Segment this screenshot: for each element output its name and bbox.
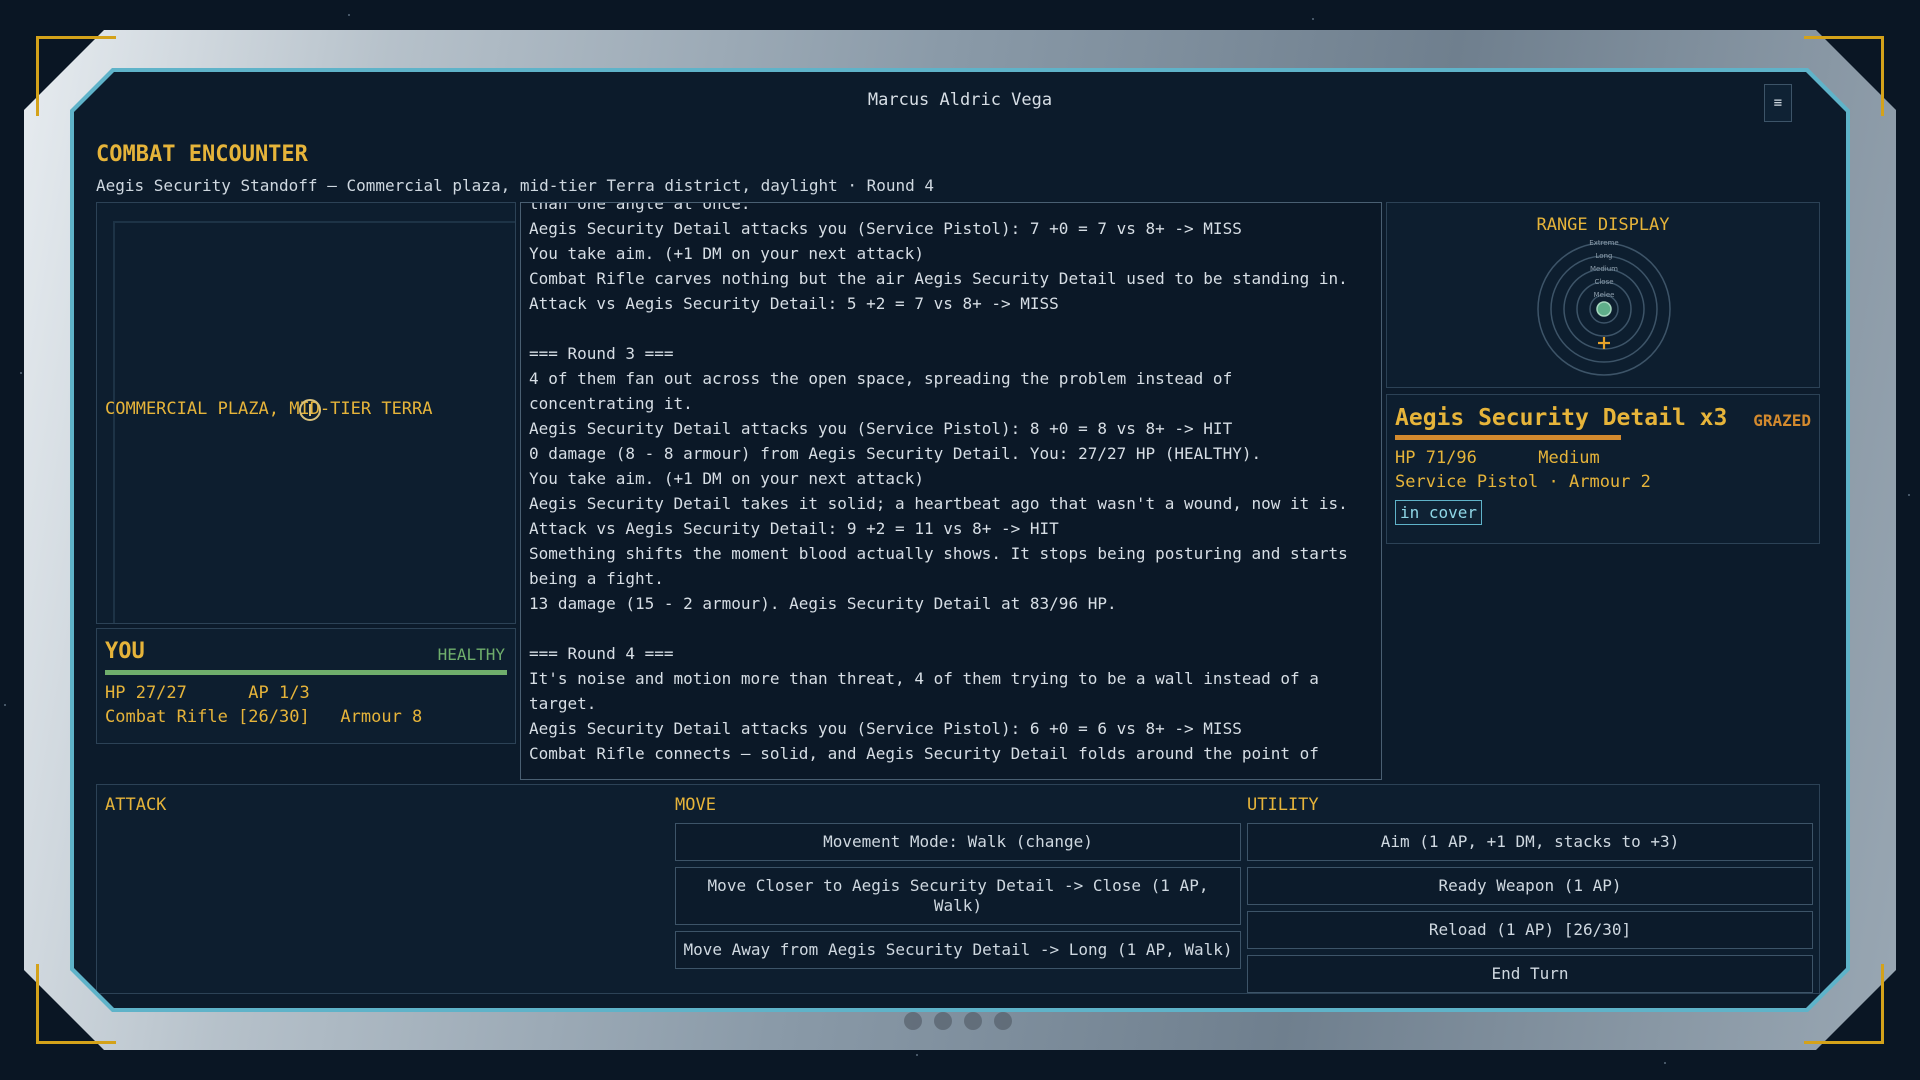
range-label-medium: Medium <box>1590 265 1618 273</box>
combat-log-lines: than one angle at once. Aegis Security De… <box>529 202 1367 766</box>
range-label-close: Close <box>1594 278 1613 286</box>
cursor-icon <box>299 399 321 421</box>
player-hp-bar <box>105 670 507 675</box>
end-turn-button[interactable]: End Turn <box>1247 955 1813 993</box>
log-line: Combat Rifle carves nothing but the air … <box>529 269 1348 288</box>
move-column: MOVE Movement Mode: Walk (change) Move C… <box>675 795 1241 975</box>
star <box>20 372 22 374</box>
star <box>1664 1062 1666 1064</box>
player-marker-icon <box>1596 301 1612 317</box>
enemy-hp-range: HP 71/96 Medium <box>1395 448 1600 468</box>
log-line: 4 of them fan out across the open space,… <box>529 369 1242 413</box>
star <box>1908 494 1910 496</box>
log-line: 0 damage (8 - 8 armour) from Aegis Secur… <box>529 444 1262 463</box>
log-line: than one angle at once. <box>529 202 751 213</box>
hamburger-icon: ≡ <box>1773 95 1783 111</box>
log-line: You take aim. (+1 DM on your next attack… <box>529 469 924 488</box>
map-viewport[interactable] <box>113 221 515 623</box>
menu-button[interactable]: ≡ <box>1764 84 1792 122</box>
movement-mode-button[interactable]: Movement Mode: Walk (change) <box>675 823 1241 861</box>
move-heading: MOVE <box>675 795 716 815</box>
log-line: 13 damage (15 - 2 armour). Aegis Securit… <box>529 594 1117 613</box>
cover-badge: in cover <box>1395 500 1483 525</box>
star <box>348 14 350 16</box>
star <box>916 1054 918 1056</box>
aim-button[interactable]: Aim (1 AP, +1 DM, stacks to +3) <box>1247 823 1813 861</box>
range-display-panel: RANGE DISPLAY Extreme Long Medium Close … <box>1386 202 1820 388</box>
map-location-label: COMMERCIAL PLAZA, MID-TIER TERRA <box>105 399 433 419</box>
log-line: Combat Rifle connects — solid, and Aegis… <box>529 744 1319 763</box>
log-line: === Round 3 === <box>529 344 674 363</box>
page-dots <box>904 1012 1012 1030</box>
move-closer-button[interactable]: Move Closer to Aegis Security Detail -> … <box>675 867 1241 925</box>
enemy-status-badge: GRAZED <box>1753 411 1811 430</box>
player-weapon-armour: Combat Rifle [26/30] Armour 8 <box>105 707 423 727</box>
page-dot[interactable] <box>904 1012 922 1030</box>
map-panel[interactable]: COMMERCIAL PLAZA, MID-TIER TERRA <box>96 202 516 624</box>
log-line: Aegis Security Detail takes it solid; a … <box>529 494 1348 513</box>
enemy-panel[interactable]: Aegis Security Detail x3 GRAZED HP 71/96… <box>1386 394 1820 544</box>
range-display-title: RANGE DISPLAY <box>1536 215 1670 235</box>
log-line: You take aim. (+1 DM on your next attack… <box>529 244 924 263</box>
log-line: Attack vs Aegis Security Detail: 9 +2 = … <box>529 519 1059 538</box>
encounter-subtitle: Aegis Security Standoff — Commercial pla… <box>96 176 935 195</box>
character-name: Marcus Aldric Vega <box>867 90 1053 110</box>
enemy-name: Aegis Security Detail x3 <box>1395 405 1728 431</box>
player-panel: YOU HEALTHY HP 27/27 AP 1/3 Combat Rifle… <box>96 628 516 744</box>
page-dot[interactable] <box>994 1012 1012 1030</box>
log-line: === Round 4 === <box>529 644 674 663</box>
range-label-extreme: Extreme <box>1589 239 1618 247</box>
encounter-title: COMBAT ENCOUNTER <box>96 142 308 167</box>
attack-column: ATTACK <box>105 795 671 823</box>
log-line: Something shifts the moment blood actual… <box>529 544 1358 588</box>
combat-log[interactable]: than one angle at once. Aegis Security De… <box>520 202 1382 780</box>
range-label-long: Long <box>1596 252 1613 260</box>
range-label-melee: Melee <box>1594 291 1615 299</box>
ready-weapon-button[interactable]: Ready Weapon (1 AP) <box>1247 867 1813 905</box>
star <box>4 704 6 706</box>
enemy-marker-icon <box>1598 337 1610 349</box>
enemy-weapon-armour: Service Pistol · Armour 2 <box>1395 472 1651 492</box>
utility-column: UTILITY Aim (1 AP, +1 DM, stacks to +3) … <box>1247 795 1813 999</box>
log-line: Aegis Security Detail attacks you (Servi… <box>529 719 1242 738</box>
game-screen: Marcus Aldric Vega ≡ COMBAT ENCOUNTER Ae… <box>74 72 1846 1008</box>
move-away-button[interactable]: Move Away from Aegis Security Detail -> … <box>675 931 1241 969</box>
reload-button[interactable]: Reload (1 AP) [26/30] <box>1247 911 1813 949</box>
player-status-badge: HEALTHY <box>437 645 505 664</box>
log-line: Aegis Security Detail attacks you (Servi… <box>529 419 1233 438</box>
star <box>1312 18 1314 20</box>
log-line: Aegis Security Detail attacks you (Servi… <box>529 219 1242 238</box>
log-line: Attack vs Aegis Security Detail: 5 +2 = … <box>529 294 1059 313</box>
actions-panel: ATTACK MOVE Movement Mode: Walk (change)… <box>96 784 1820 994</box>
player-hp-ap: HP 27/27 AP 1/3 <box>105 683 310 703</box>
page-dot[interactable] <box>934 1012 952 1030</box>
utility-heading: UTILITY <box>1247 795 1319 815</box>
attack-heading: ATTACK <box>105 795 167 815</box>
log-line: It's noise and motion more than threat, … <box>529 669 1329 713</box>
range-rings: Extreme Long Medium Close Melee <box>1537 239 1671 376</box>
enemy-hp-bar <box>1395 435 1622 440</box>
page-dot[interactable] <box>964 1012 982 1030</box>
